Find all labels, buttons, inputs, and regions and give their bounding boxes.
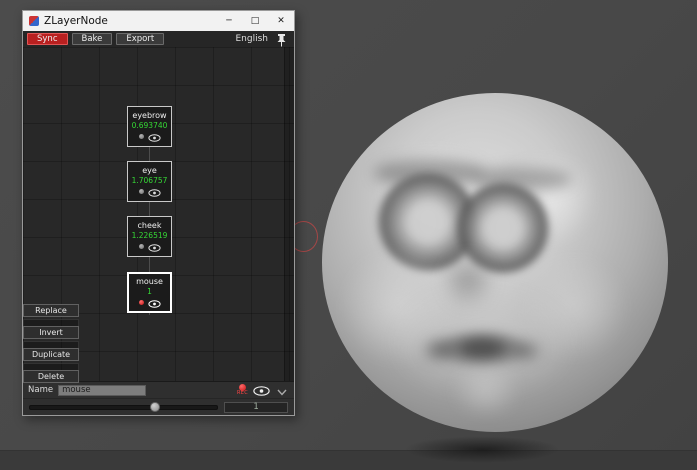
ground-shadow xyxy=(405,436,560,463)
layer-node-eye[interactable]: eye 1.706757 xyxy=(127,161,172,202)
bake-button[interactable]: Bake xyxy=(71,33,113,45)
node-name: eye xyxy=(142,166,157,176)
panel-scrollbar[interactable] xyxy=(284,47,294,381)
node-name: mouse xyxy=(136,277,163,287)
pin-icon[interactable] xyxy=(275,32,288,47)
viewport-floor xyxy=(0,450,697,470)
eye-icon[interactable] xyxy=(147,237,161,256)
slider-value-box[interactable]: 1 xyxy=(224,401,288,413)
eye-icon[interactable] xyxy=(147,127,161,146)
intensity-slider-bar: 1 xyxy=(23,398,294,415)
layer-ball-icon[interactable] xyxy=(138,134,144,140)
duplicate-button[interactable]: Duplicate xyxy=(23,348,79,361)
language-label[interactable]: English xyxy=(236,34,269,44)
layer-node-mouse[interactable]: mouse 1 xyxy=(127,272,172,313)
invert-button[interactable]: Invert xyxy=(23,326,79,339)
window-titlebar[interactable]: ZLayerNode ─ □ ✕ xyxy=(23,11,294,31)
minimize-button[interactable]: ─ xyxy=(216,11,242,31)
layer-ball-icon[interactable] xyxy=(138,244,144,250)
chevron-down-icon[interactable] xyxy=(277,381,287,400)
node-name: cheek xyxy=(137,221,162,231)
rec-label: REC xyxy=(236,390,248,396)
maximize-button[interactable]: □ xyxy=(242,11,268,31)
layer-name-input[interactable]: mouse xyxy=(58,384,147,396)
eye-icon[interactable] xyxy=(147,182,161,201)
zlayernode-window: ZLayerNode ─ □ ✕ Sync Bake Export Englis… xyxy=(22,10,295,416)
slider-handle[interactable] xyxy=(150,401,160,412)
sculpt-sphere[interactable] xyxy=(322,93,668,432)
window-title: ZLayerNode xyxy=(44,15,108,27)
eye-icon[interactable] xyxy=(147,293,161,312)
layer-ball-icon[interactable] xyxy=(138,189,144,195)
sculpt-mouth-corner-left xyxy=(426,341,454,359)
toolbar: Sync Bake Export English xyxy=(23,31,294,48)
layer-node-eyebrow[interactable]: eyebrow 0.693740 xyxy=(127,106,172,147)
rec-icon[interactable] xyxy=(138,300,144,306)
name-label: Name xyxy=(28,385,54,395)
name-bar: Name mouse REC xyxy=(23,381,294,398)
node-name: eyebrow xyxy=(132,111,167,121)
sculpt-chin xyxy=(444,365,528,413)
replace-button[interactable]: Replace xyxy=(23,304,79,317)
delete-button[interactable]: Delete xyxy=(23,370,79,383)
sync-button[interactable]: Sync xyxy=(27,33,68,45)
rec-icon[interactable]: REC xyxy=(237,384,248,396)
layer-node-cheek[interactable]: cheek 1.226519 xyxy=(127,216,172,257)
sculpt-mouth-corner-right xyxy=(512,343,538,359)
app-icon xyxy=(29,16,39,26)
export-button[interactable]: Export xyxy=(116,33,165,45)
intensity-slider[interactable] xyxy=(29,401,219,412)
close-button[interactable]: ✕ xyxy=(268,11,294,31)
eye-icon[interactable] xyxy=(253,381,270,400)
